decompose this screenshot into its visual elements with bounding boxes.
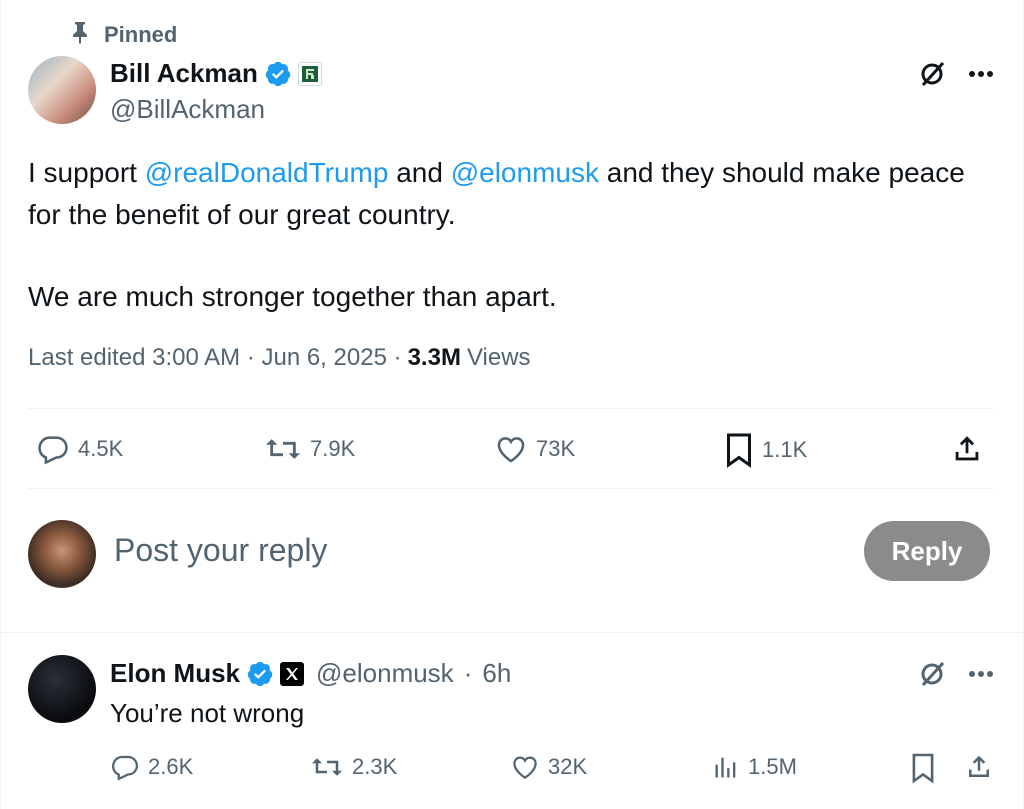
share-action[interactable] xyxy=(964,752,994,782)
reply-top-actions xyxy=(918,660,994,688)
share-action[interactable] xyxy=(950,432,984,466)
author-avatar[interactable] xyxy=(28,56,96,124)
grok-icon[interactable] xyxy=(918,660,946,688)
reply-icon xyxy=(36,432,70,466)
divider xyxy=(28,488,994,489)
reply-action[interactable]: 4.5K xyxy=(36,432,123,466)
like-count: 73K xyxy=(536,436,576,461)
bookmark-action[interactable]: 1.1K xyxy=(724,432,807,468)
reply-count: 4.5K xyxy=(78,436,124,461)
like-action[interactable]: 32K xyxy=(510,752,587,782)
author-name-row: Bill Ackman xyxy=(110,58,322,89)
reply-author-name[interactable]: Elon Musk xyxy=(110,658,240,689)
reply-action[interactable]: 2.6K xyxy=(110,752,193,782)
bookmark-action[interactable] xyxy=(910,752,936,784)
reply-input[interactable]: Post your reply xyxy=(114,532,327,569)
reply-icon xyxy=(110,752,140,782)
bookmark-count: 1.1K xyxy=(762,437,808,462)
verified-badge-icon[interactable] xyxy=(246,660,274,688)
like-action[interactable]: 73K xyxy=(494,432,575,466)
bookmark-icon xyxy=(910,752,936,784)
reply-count: 2.6K xyxy=(148,754,194,779)
reply-button[interactable]: Reply xyxy=(864,521,990,581)
views-count: 3.3M xyxy=(407,344,461,371)
views-label: Views xyxy=(466,344,531,371)
post-text-segment: and xyxy=(388,157,451,188)
repost-action[interactable]: 2.3K xyxy=(310,752,397,782)
post-paragraph-1: I support @realDonaldTrump and @elonmusk… xyxy=(28,152,988,236)
like-count: 32K xyxy=(548,754,588,779)
author-name[interactable]: Bill Ackman xyxy=(110,58,258,89)
analytics-icon xyxy=(712,752,740,782)
views-action[interactable]: 1.5M xyxy=(712,752,797,782)
reply-text: You’re not wrong xyxy=(110,698,305,728)
current-user-avatar[interactable] xyxy=(28,520,96,588)
share-icon xyxy=(964,752,994,782)
separator-dot: · xyxy=(463,658,473,688)
post-text-segment: I support xyxy=(28,157,145,188)
repost-icon xyxy=(310,752,344,782)
post-timestamp[interactable]: Last edited 3:00 AM · Jun 6, 2025 · xyxy=(28,344,402,372)
pinned-indicator: Pinned xyxy=(70,20,177,50)
reply-author-avatar[interactable] xyxy=(28,655,96,723)
more-options-icon[interactable] xyxy=(968,70,994,78)
repost-count: 2.3K xyxy=(352,754,398,779)
repost-action[interactable]: 7.9K xyxy=(264,432,355,466)
views-count: 1.5M xyxy=(748,754,797,779)
reply-time[interactable]: 6h xyxy=(482,658,511,689)
post-meta: Last edited 3:00 AM · Jun 6, 2025 · 3.3M… xyxy=(28,344,531,372)
mention-link[interactable]: @realDonaldTrump xyxy=(145,157,389,188)
post-top-actions xyxy=(918,60,994,88)
mention-link[interactable]: @elonmusk xyxy=(451,157,599,188)
repost-icon xyxy=(264,432,302,466)
divider xyxy=(28,408,994,409)
heart-icon xyxy=(494,432,528,466)
pin-icon xyxy=(70,20,90,50)
heart-icon xyxy=(510,752,540,782)
more-options-icon[interactable] xyxy=(968,670,994,678)
reply-author-handle[interactable]: @elonmusk xyxy=(316,658,454,689)
grok-icon[interactable] xyxy=(918,60,946,88)
author-handle[interactable]: @BillAckman xyxy=(110,94,265,125)
repost-count: 7.9K xyxy=(310,436,356,461)
share-icon xyxy=(950,432,984,466)
pinned-label: Pinned xyxy=(104,22,178,47)
affiliate-badge-icon[interactable] xyxy=(297,61,322,86)
bookmark-icon xyxy=(724,432,754,468)
verified-badge-icon[interactable] xyxy=(264,60,292,88)
x-affiliate-badge-icon[interactable] xyxy=(280,661,305,686)
reply-author-row: Elon Musk @elonmusk · 6h xyxy=(110,658,511,689)
divider xyxy=(0,632,1024,633)
post-paragraph-2: We are much stronger together than apart… xyxy=(28,281,557,312)
post-text: I support @realDonaldTrump and @elonmusk… xyxy=(28,152,988,318)
